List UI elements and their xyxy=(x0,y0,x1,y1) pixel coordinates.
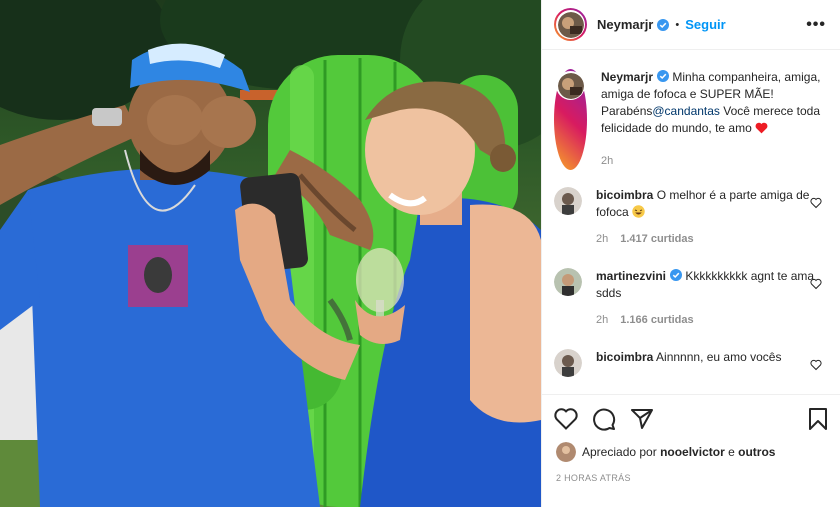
laughing-emoji xyxy=(632,205,645,218)
paper-plane-icon[interactable] xyxy=(630,408,654,430)
liked-by-conj: e xyxy=(728,445,735,459)
avatar[interactable] xyxy=(554,349,582,377)
liked-by-prefix: Apreciado por xyxy=(582,445,657,459)
liked-by-others[interactable]: outros xyxy=(738,445,775,459)
more-options-icon[interactable]: ••• xyxy=(806,16,826,34)
liked-by-summary: Apreciado por nooelvictor e outros xyxy=(556,442,775,462)
comment-text: Ainnnnn, eu amo vocês xyxy=(656,350,782,364)
story-ring[interactable] xyxy=(554,8,587,41)
comment-like-icon[interactable] xyxy=(810,278,822,290)
comment-username[interactable]: martinezvini xyxy=(596,269,666,283)
verified-badge-icon xyxy=(657,70,670,82)
comment-like-icon[interactable] xyxy=(810,197,822,209)
avatar xyxy=(557,72,584,99)
post-author-username[interactable]: Neymarjr xyxy=(597,17,653,32)
avatar[interactable] xyxy=(554,268,582,296)
avatar[interactable] xyxy=(556,442,576,462)
heart-outline-icon[interactable] xyxy=(554,407,578,430)
comment-time: 2h xyxy=(596,314,609,326)
comment-username[interactable]: bicoimbra xyxy=(596,188,653,202)
post-image-illustration xyxy=(0,0,541,507)
post-photo[interactable] xyxy=(0,0,541,507)
avatar xyxy=(557,11,584,38)
mention-link[interactable]: @candantas xyxy=(652,104,720,118)
heart-emoji xyxy=(755,122,768,134)
comment-item: martinezvini Kkkkkkkkkk agnt te ama sdds… xyxy=(554,268,828,329)
follow-button[interactable]: Seguir xyxy=(685,17,725,32)
comment-like-icon[interactable] xyxy=(810,359,822,371)
liked-by-user[interactable]: nooelvictor xyxy=(660,445,725,459)
comment-item: bicoimbra Ainnnnn, eu amo vocês xyxy=(554,349,828,377)
caption-username[interactable]: Neymarjr xyxy=(601,70,653,84)
post-actions-bar xyxy=(542,394,840,442)
bookmark-icon[interactable] xyxy=(808,407,828,431)
post-side-panel: Neymarjr • Seguir ••• Neymarjr Minha com… xyxy=(541,0,840,507)
verified-badge-icon xyxy=(670,269,683,281)
separator-dot: • xyxy=(675,18,680,31)
caption: Neymarjr Minha companheira, amiga, amiga… xyxy=(554,69,828,170)
post-timestamp[interactable]: 2 HORAS ATRÁS xyxy=(556,473,631,483)
comment-item: bicoimbra O melhor é a parte amiga de fo… xyxy=(554,187,828,248)
comment-likes-count[interactable]: 1.166 curtidas xyxy=(620,314,693,326)
post-header: Neymarjr • Seguir ••• xyxy=(542,0,840,50)
caption-time: 2h xyxy=(601,155,614,167)
comment-bubble-icon[interactable] xyxy=(592,407,616,431)
comment-time: 2h xyxy=(596,233,609,245)
caption-story-ring[interactable] xyxy=(554,69,587,170)
verified-badge-icon xyxy=(657,18,670,31)
avatar[interactable] xyxy=(554,187,582,215)
comment-likes-count[interactable]: 1.417 curtidas xyxy=(620,233,693,245)
comments-list: Neymarjr Minha companheira, amiga, amiga… xyxy=(542,51,840,394)
comment-username[interactable]: bicoimbra xyxy=(596,350,653,364)
